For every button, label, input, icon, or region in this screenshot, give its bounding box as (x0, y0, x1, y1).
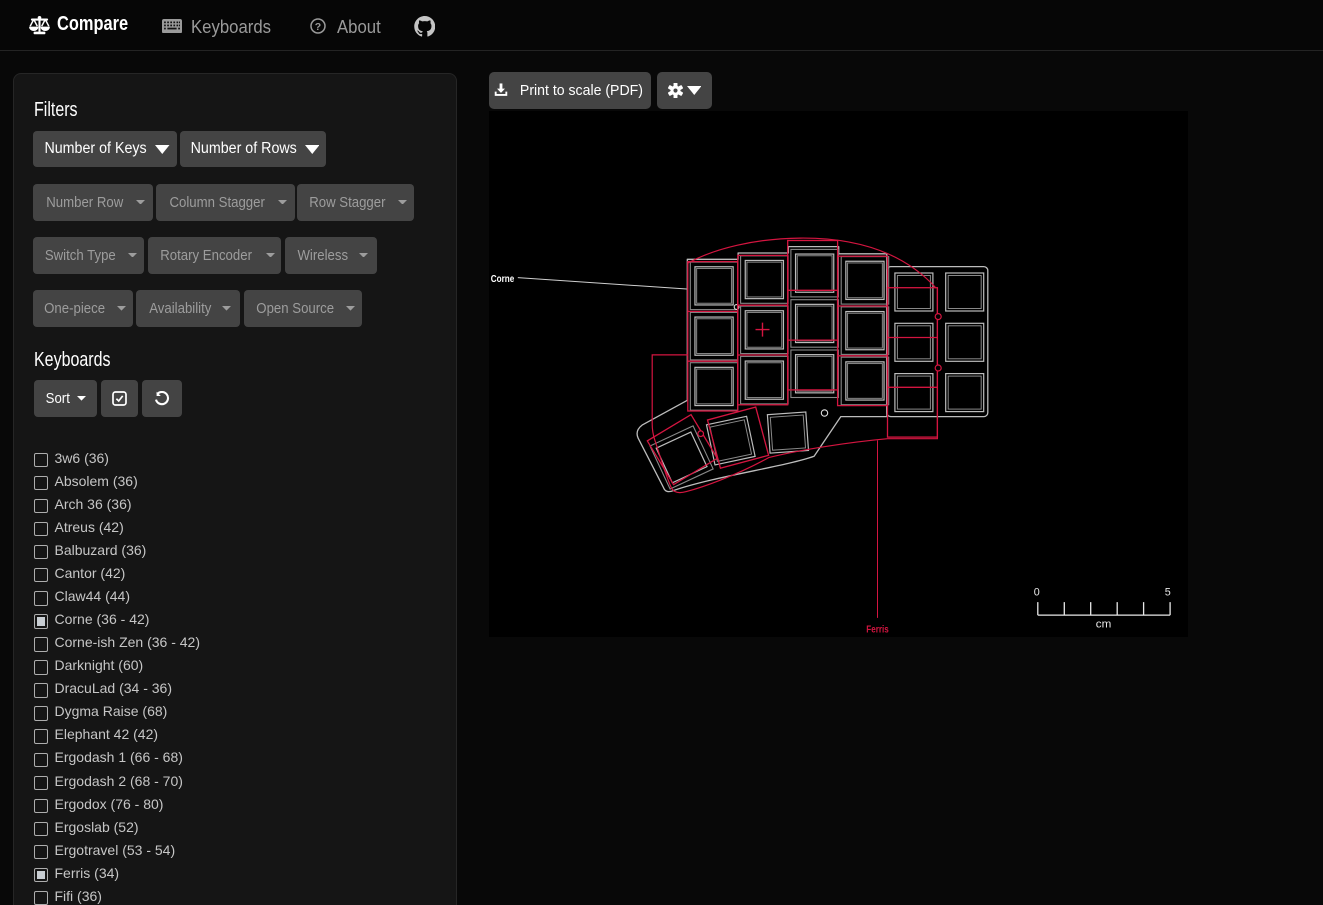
svg-text:0: 0 (1033, 586, 1039, 598)
svg-text:cm: cm (1095, 618, 1110, 630)
svg-text:5: 5 (1164, 586, 1170, 598)
svg-text:Corne: Corne (490, 274, 514, 285)
svg-text:?: ? (315, 21, 321, 33)
svg-text:Ferris: Ferris (866, 625, 889, 636)
